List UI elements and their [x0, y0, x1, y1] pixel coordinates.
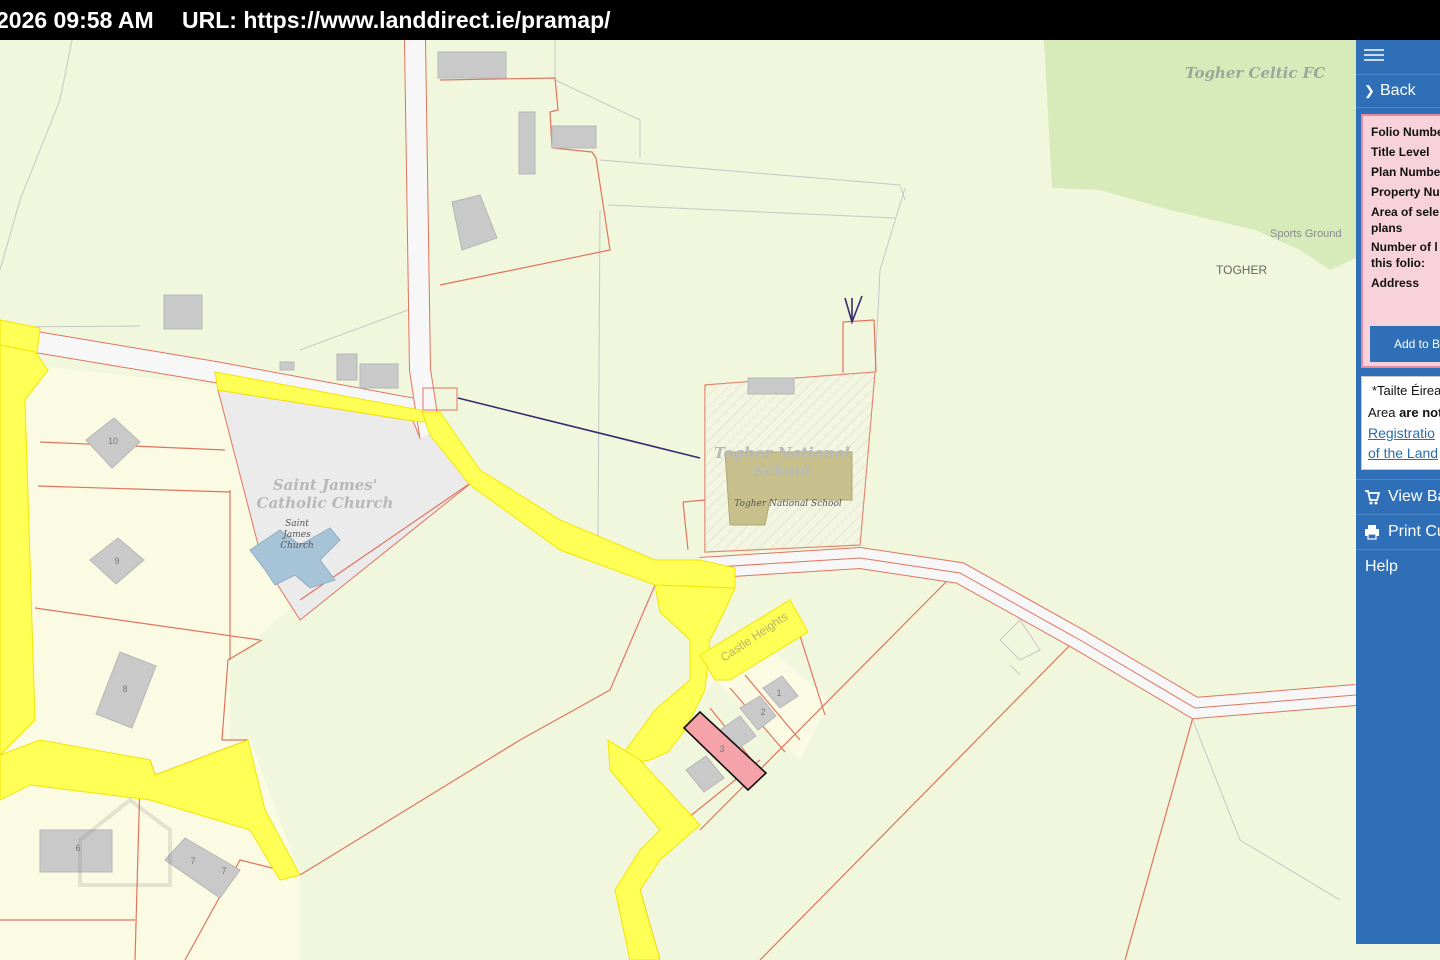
url-text: URL: https://www.landdirect.ie/pramap/ — [182, 7, 611, 33]
view-basket-button[interactable]: View Ba — [1356, 479, 1440, 514]
house-number-3: 3 — [719, 744, 724, 754]
title-level-label: Title Level — [1371, 145, 1430, 159]
label-church-line2: Catholic Church — [257, 494, 394, 512]
printer-icon — [1365, 525, 1379, 540]
label-togher: TOGHER — [1216, 263, 1267, 277]
map-view[interactable]: Togher Celtic FC Sports Ground TOGHER Sa… — [0, 40, 1356, 960]
area-label-line2: plans — [1371, 221, 1403, 235]
label-school-line1: Togher National — [714, 444, 850, 462]
print-button[interactable]: Print Cu — [1356, 514, 1440, 549]
notice-line2: Area are not — [1368, 405, 1440, 420]
house-number-8: 8 — [122, 684, 127, 694]
sidebar: ❯ Back Folio Numbe Title Level Plan Numb… — [1356, 40, 1440, 944]
registration-link[interactable]: Registratio — [1368, 425, 1435, 441]
hamburger-menu-icon[interactable] — [1364, 46, 1384, 64]
number-label-line1: Number of l — [1371, 240, 1438, 254]
address-label: Address — [1371, 276, 1420, 290]
label-school-small: Togher National School — [734, 499, 842, 509]
timestamp: 2026 09:58 AM — [0, 7, 154, 33]
land-link[interactable]: of the Land — [1368, 445, 1438, 461]
folio-info-panel: Folio Numbe Title Level Plan Numbe Prope… — [1361, 114, 1440, 368]
house-number-7a: 7 — [190, 856, 195, 866]
property-number-label: Property Nu — [1371, 185, 1440, 199]
house-number-7b: 7 — [221, 866, 226, 876]
house-number-9: 9 — [114, 556, 119, 566]
back-button[interactable]: ❯ Back — [1356, 74, 1440, 108]
label-school-line2: School — [754, 462, 811, 480]
label-togher-celtic: Togher Celtic FC — [1185, 64, 1325, 82]
folio-number-label: Folio Numbe — [1371, 125, 1440, 139]
help-label: Help — [1365, 558, 1398, 575]
label-church-small-2: James — [281, 530, 311, 540]
browser-url-bar: 2026 09:58 AM URL: https://www.landdirec… — [0, 0, 1440, 40]
house-number-1: 1 — [776, 688, 781, 698]
label-sports-ground: Sports Ground — [1270, 228, 1342, 240]
label-church-small-1: Saint — [285, 519, 309, 529]
help-button[interactable]: Help — [1356, 549, 1440, 584]
label-church-line1: Saint James' — [273, 476, 378, 494]
house-number-2: 2 — [760, 707, 765, 717]
view-basket-label: View Ba — [1388, 488, 1440, 505]
number-label-line2: this folio: — [1371, 256, 1425, 270]
label-church-small-3: Church — [280, 541, 314, 551]
back-label: Back — [1380, 82, 1416, 99]
add-to-basket-button[interactable]: Add to B — [1370, 326, 1440, 362]
print-label: Print Cu — [1388, 523, 1440, 540]
cart-icon — [1365, 490, 1380, 505]
map-strip — [1356, 944, 1440, 960]
house-number-10: 10 — [108, 436, 118, 446]
plan-number-label: Plan Numbe — [1371, 165, 1440, 179]
area-label-line1: Area of sele — [1371, 205, 1440, 219]
notice-line1: *Tailte Éirea — [1372, 383, 1440, 398]
notice-panel: *Tailte Éirea Area are not Registratio o… — [1361, 376, 1440, 470]
chevron-right-icon: ❯ — [1364, 83, 1375, 98]
